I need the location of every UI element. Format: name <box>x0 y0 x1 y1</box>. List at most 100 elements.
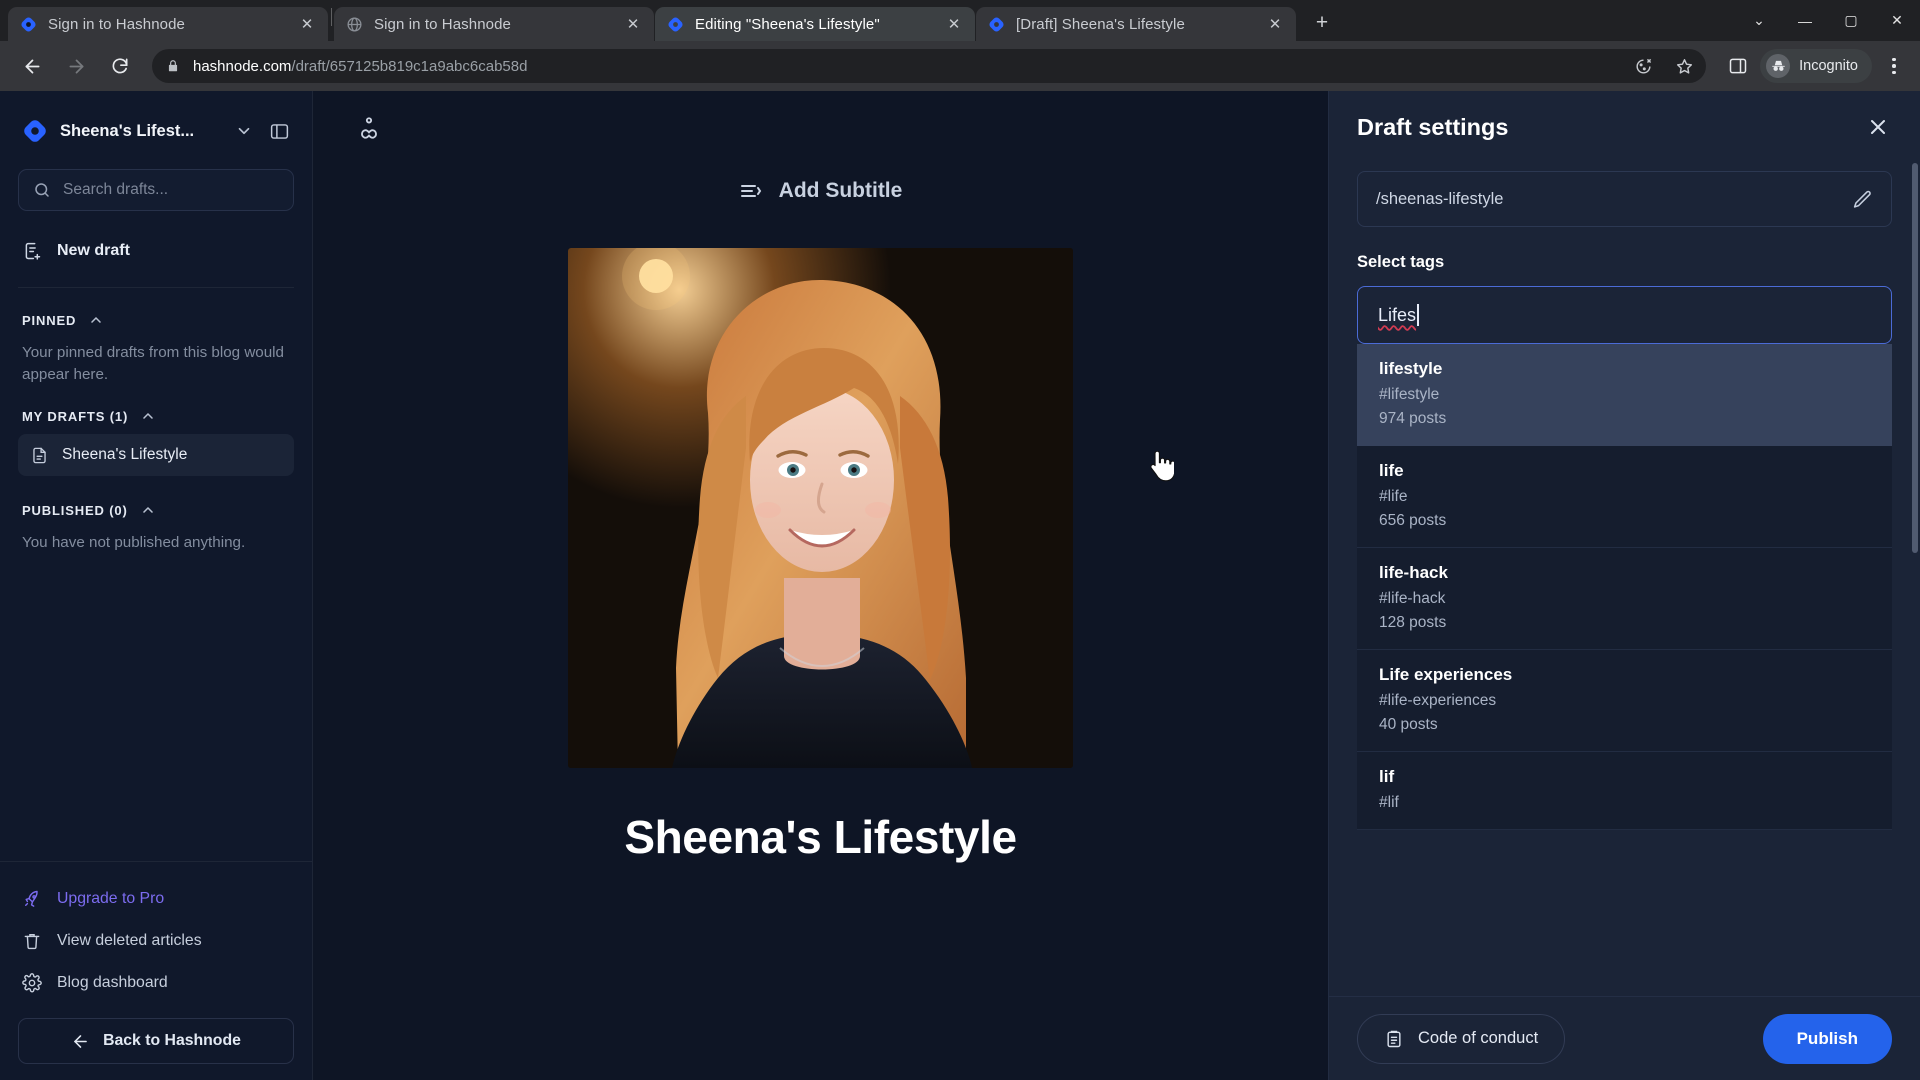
sidebar-sections: PINNED Your pinned drafts from this blog… <box>0 288 312 861</box>
browser-tab-2[interactable]: Sign in to Hashnode ✕ <box>334 7 654 41</box>
tag-search-input[interactable]: Lifes <box>1357 286 1892 344</box>
tag-name: life-hack <box>1379 563 1448 582</box>
tab-search-icon[interactable]: ⌄ <box>1736 0 1782 41</box>
close-icon[interactable]: ✕ <box>622 13 644 35</box>
sidebar-item-blog-dashboard[interactable]: Blog dashboard <box>18 962 294 1004</box>
close-icon[interactable]: ✕ <box>296 13 318 35</box>
close-icon[interactable]: ✕ <box>943 13 965 35</box>
close-icon[interactable]: ✕ <box>1264 13 1286 35</box>
add-subtitle-label: Add Subtitle <box>778 179 903 202</box>
url-host: hashnode.com <box>193 57 292 75</box>
panel-title: Draft settings <box>1357 113 1509 140</box>
new-tab-button[interactable]: + <box>1307 8 1337 38</box>
tag-suggestion-item[interactable]: life #life 656 posts <box>1357 446 1892 548</box>
post-title[interactable]: Sheena's Lifestyle <box>624 810 1017 864</box>
close-icon[interactable] <box>1866 115 1890 139</box>
tag-slug: #life-experiences <box>1379 692 1497 709</box>
tag-post-count: 128 posts <box>1379 614 1447 631</box>
code-of-conduct-label: Code of conduct <box>1418 1029 1539 1047</box>
lock-icon <box>166 59 180 73</box>
incognito-icon <box>1766 54 1791 78</box>
publish-button[interactable]: Publish <box>1762 1013 1892 1064</box>
section-title: PINNED <box>22 312 77 328</box>
sidebar-footer: Upgrade to Pro View deleted articles Blo… <box>0 861 312 1080</box>
browser-tab-4[interactable]: [Draft] Sheena's Lifestyle ✕ <box>976 7 1296 41</box>
profile-label: Incognito <box>1799 58 1858 74</box>
third-party-cookie-icon[interactable] <box>1634 57 1653 76</box>
page-content: Sheena's Lifest... Search drafts... New … <box>0 91 1920 1080</box>
tag-suggestion-item[interactable]: lifestyle #lifestyle 974 posts <box>1357 344 1892 446</box>
section-header-pinned[interactable]: PINNED <box>18 304 294 336</box>
tab-title: Sign in to Hashnode <box>48 15 185 33</box>
code-of-conduct-button[interactable]: Code of conduct <box>1357 1013 1566 1064</box>
tag-post-count: 40 posts <box>1379 716 1438 733</box>
back-arrow-icon[interactable] <box>15 49 49 83</box>
browser-toolbar: hashnode.com /draft/657125b819c1a9abc6ca… <box>0 41 1920 91</box>
rocket-icon <box>22 889 42 909</box>
cover-photo <box>568 248 1073 768</box>
browser-window: Sign in to Hashnode ✕ Sign in to Hashnod… <box>0 0 1920 1080</box>
chevron-down-icon[interactable] <box>235 122 253 140</box>
panel-footer: Code of conduct Publish <box>1329 996 1920 1080</box>
slug-value: /sheenas-lifestyle <box>1376 189 1504 208</box>
tag-suggestion-item[interactable]: lif #lif <box>1357 752 1892 830</box>
blog-switcher[interactable]: Sheena's Lifest... <box>18 109 294 153</box>
section-header-published[interactable]: PUBLISHED (0) <box>18 494 294 526</box>
sidebar-item-upgrade-to-pro[interactable]: Upgrade to Pro <box>18 878 294 920</box>
add-subtitle-button[interactable]: Add Subtitle <box>739 179 903 203</box>
sidebar: Sheena's Lifest... Search drafts... New … <box>0 91 313 1080</box>
hashnode-logo-icon <box>988 16 1005 33</box>
browser-tab-3-active[interactable]: Editing "Sheena's Lifestyle" ✕ <box>655 7 975 41</box>
address-bar[interactable]: hashnode.com /draft/657125b819c1a9abc6ca… <box>152 49 1707 83</box>
gear-icon <box>22 973 42 993</box>
tag-name: Life experiences <box>1379 665 1513 684</box>
tag-suggestion-item[interactable]: Life experiences #life-experiences 40 po… <box>1357 650 1892 752</box>
kebab-menu-icon[interactable] <box>1878 50 1910 82</box>
blog-name: Sheena's Lifest... <box>60 121 195 140</box>
tag-suggestion-item[interactable]: life-hack #life-hack 128 posts <box>1357 548 1892 650</box>
hashnode-logo-icon <box>22 118 48 144</box>
text-caret <box>1417 304 1419 326</box>
hashnode-logo-icon <box>20 16 37 33</box>
panel-scrollbar[interactable] <box>1912 163 1918 553</box>
slug-field[interactable]: /sheenas-lifestyle <box>1357 171 1892 227</box>
editor-area: Add Subtitle Sheena's Lifestyle <box>313 91 1328 1080</box>
tag-name: life <box>1379 461 1404 480</box>
browser-tab-1[interactable]: Sign in to Hashnode ✕ <box>8 7 328 41</box>
section-header-my-drafts[interactable]: MY DRAFTS (1) <box>18 400 294 432</box>
star-icon[interactable] <box>1675 57 1694 76</box>
select-tags-label: Select tags <box>1357 253 1445 271</box>
omnibox-actions <box>1634 57 1694 76</box>
sidebar-item-draft-sheenas-lifestyle[interactable]: Sheena's Lifestyle <box>18 434 294 477</box>
side-panel-icon[interactable] <box>1721 49 1755 83</box>
search-input[interactable] <box>63 181 279 199</box>
tag-name: lif <box>1379 767 1395 786</box>
pencil-icon[interactable] <box>1852 189 1873 210</box>
maximize-button[interactable]: ▢ <box>1828 0 1874 41</box>
search-drafts-box[interactable] <box>18 169 294 211</box>
chevron-up-icon[interactable] <box>88 312 104 328</box>
new-draft-button[interactable]: New draft <box>18 227 294 275</box>
forward-arrow-icon[interactable] <box>59 49 93 83</box>
pinned-empty-note: Your pinned drafts from this blog would … <box>22 344 284 384</box>
chevron-up-icon[interactable] <box>140 408 156 424</box>
chevron-up-icon[interactable] <box>140 502 156 518</box>
sidebar-item-view-deleted-articles[interactable]: View deleted articles <box>18 920 294 962</box>
cover-image[interactable] <box>568 248 1073 768</box>
collapse-sidebar-icon[interactable] <box>269 121 290 142</box>
arrow-left-icon <box>71 1032 90 1051</box>
tag-slug: #lif <box>1379 794 1399 811</box>
close-window-button[interactable]: ✕ <box>1874 0 1920 41</box>
user-settings-icon[interactable] <box>356 115 382 146</box>
reload-icon[interactable] <box>103 49 137 83</box>
tag-slug: #life-hack <box>1379 590 1446 607</box>
tag-input-value: Lifes <box>1378 304 1417 325</box>
published-empty-note: You have not published anything. <box>22 534 246 552</box>
minimize-button[interactable]: — <box>1782 0 1828 41</box>
subtitle-icon <box>739 179 763 203</box>
back-to-hashnode-button[interactable]: Back to Hashnode <box>18 1018 294 1064</box>
tag-post-count: 974 posts <box>1379 410 1447 427</box>
incognito-profile-chip[interactable]: Incognito <box>1760 49 1872 83</box>
trash-icon <box>22 931 42 951</box>
tab-title: Sign in to Hashnode <box>374 15 511 33</box>
